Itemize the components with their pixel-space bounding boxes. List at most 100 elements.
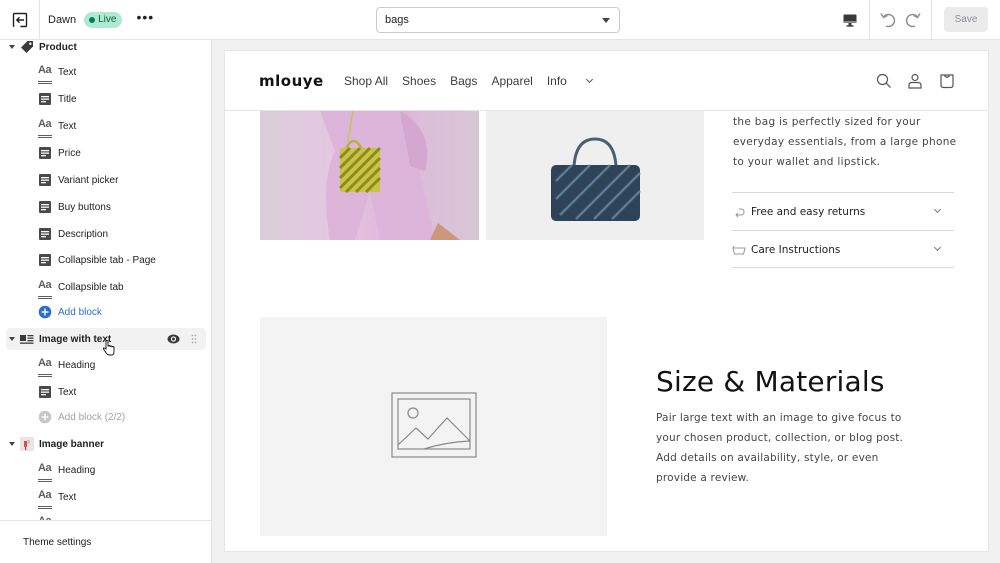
undo-icon (880, 13, 896, 28)
block-label: Text (58, 120, 77, 132)
block-label: Text (58, 386, 77, 398)
topbar-divider (869, 0, 870, 40)
theme-settings-label: Theme settings (23, 536, 92, 548)
store-preview[interactable]: mlouye Shop All Shoes Bags Apparel Info (224, 50, 989, 552)
add-circle-icon (38, 410, 52, 424)
nav-bags[interactable]: Bags (450, 74, 477, 88)
more-actions-button[interactable]: ••• (136, 10, 154, 30)
block-icon (39, 93, 51, 105)
live-status-badge: Live (84, 11, 123, 28)
exit-button[interactable] (0, 0, 40, 40)
account-icon[interactable] (907, 73, 923, 89)
save-button[interactable]: Save (944, 7, 988, 32)
chevron-down-icon (933, 205, 942, 214)
block-item[interactable]: Aa Heading (0, 354, 211, 376)
image-with-text-icon (20, 335, 34, 344)
block-item[interactable]: Title (0, 88, 211, 110)
block-item[interactable]: Aa Text (0, 486, 211, 508)
block-label: Title (58, 93, 77, 105)
nav-info[interactable]: Info (546, 74, 593, 88)
add-block-label: Add block (58, 306, 102, 318)
live-label: Live (98, 14, 117, 25)
redo-button[interactable] (903, 10, 923, 30)
block-item[interactable]: Collapsible tab - Page (0, 249, 211, 271)
block-item-partial[interactable]: Aa (0, 512, 211, 521)
text-icon: Aa (38, 65, 52, 82)
chevron-down-icon (933, 243, 942, 252)
sections-sidebar: Product Aa Text Title Aa Text Price Vari… (0, 40, 212, 563)
section-image-banner[interactable]: Image banner (0, 433, 211, 455)
block-label: Heading (58, 359, 96, 371)
text-icon: Aa (38, 490, 52, 507)
pointer-cursor-icon (102, 340, 115, 356)
return-icon (735, 208, 745, 217)
accordion-label: Free and easy returns (751, 205, 866, 218)
collapse-caret-icon[interactable] (9, 337, 15, 341)
care-icon (732, 245, 746, 254)
block-icon (39, 174, 51, 186)
block-item[interactable]: Variant picker (0, 169, 211, 191)
block-label: Heading (58, 464, 96, 476)
nav-apparel[interactable]: Apparel (491, 74, 532, 88)
block-item[interactable]: Buy buttons (0, 196, 211, 218)
section-product[interactable]: Product (0, 40, 211, 58)
block-item[interactable]: Aa Text (0, 61, 211, 83)
add-block-label: Add block (2/2) (58, 411, 126, 423)
block-item[interactable]: Text (0, 381, 211, 403)
block-item[interactable]: Aa Collapsible tab (0, 276, 211, 298)
block-icon (39, 201, 51, 213)
block-label: Buy buttons (58, 201, 111, 213)
accordion-care[interactable]: Care Instructions (732, 230, 954, 268)
page-selector-value: bags (385, 14, 409, 26)
visibility-eye-icon[interactable] (167, 333, 180, 345)
caret-down-icon (602, 18, 610, 23)
text-icon: Aa (38, 280, 52, 297)
text-icon: Aa (38, 358, 52, 375)
nav-info-label: Info (546, 74, 567, 88)
product-image-model[interactable] (260, 111, 479, 240)
block-label: Variant picker (58, 174, 119, 186)
redo-icon (905, 13, 921, 28)
section-label: Product (39, 41, 77, 53)
store-header: mlouye Shop All Shoes Bags Apparel Info (225, 51, 988, 111)
store-logo[interactable]: mlouye (259, 72, 324, 90)
block-item[interactable]: Aa Heading (0, 459, 211, 481)
add-circle-icon (38, 305, 52, 319)
drag-handle-icon[interactable] (191, 334, 197, 344)
block-item[interactable]: Price (0, 142, 211, 164)
block-label: Description (58, 228, 109, 240)
undo-button[interactable] (878, 10, 898, 30)
navy-bag-image (551, 137, 641, 221)
nav-shop-all[interactable]: Shop All (344, 74, 388, 88)
block-label: Text (58, 66, 77, 78)
section-label: Image banner (39, 438, 105, 450)
cart-icon[interactable] (939, 73, 955, 89)
model-with-bag-image (320, 111, 460, 240)
block-icon (39, 147, 51, 159)
accordion-returns[interactable]: Free and easy returns (732, 192, 954, 230)
section-body-text: Pair large text with an image to give fo… (656, 412, 904, 484)
chevron-down-icon (585, 75, 593, 84)
desktop-icon (843, 14, 857, 27)
accordion-label: Care Instructions (751, 243, 841, 256)
search-icon[interactable] (876, 73, 892, 89)
collapse-caret-icon[interactable] (9, 442, 15, 446)
section-tree[interactable]: Product Aa Text Title Aa Text Price Vari… (0, 40, 211, 520)
product-image-bag[interactable] (486, 111, 704, 240)
block-item[interactable]: Aa Text (0, 115, 211, 137)
theme-settings-button[interactable]: Theme settings (0, 520, 211, 563)
block-icon (39, 254, 51, 266)
block-item[interactable]: Description (0, 223, 211, 245)
device-preview-button[interactable] (838, 9, 862, 31)
block-label: Collapsible tab (58, 281, 124, 293)
image-placeholder[interactable] (260, 317, 607, 536)
collapse-caret-icon[interactable] (9, 45, 15, 49)
add-block-button[interactable]: Add block (0, 301, 211, 323)
store-nav: Shop All Shoes Bags Apparel Info (344, 74, 606, 88)
image-banner-thumbnail (20, 437, 34, 451)
page-selector[interactable]: bags (376, 7, 620, 33)
editor-topbar: Dawn Live ••• bags Save (0, 0, 1000, 40)
nav-shoes[interactable]: Shoes (402, 74, 436, 88)
topbar-divider (931, 0, 932, 40)
tag-icon (21, 41, 33, 53)
